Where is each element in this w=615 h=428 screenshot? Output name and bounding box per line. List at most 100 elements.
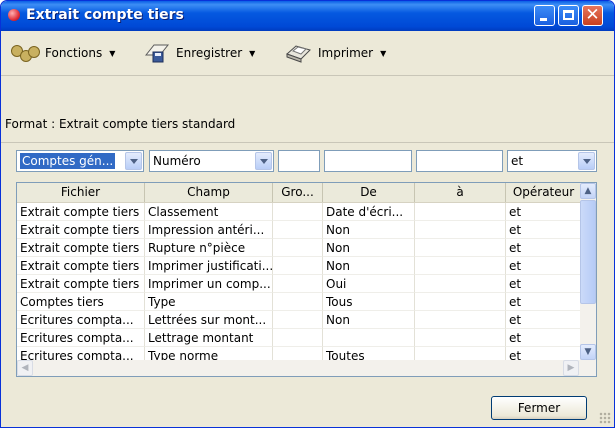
cell-field[interactable]: Imprimer un comp... [145,275,273,293]
from-input[interactable] [324,150,412,172]
cell-group[interactable] [273,275,323,293]
table-row[interactable]: Ecritures compta... Lettrées sur mont... N… [17,311,582,329]
resize-grip[interactable] [599,412,611,424]
close-button[interactable]: Fermer [491,396,587,420]
scroll-thumb[interactable] [580,200,596,304]
cell-file[interactable]: Extrait compte tiers [17,221,145,239]
cell-field[interactable]: Lettrage montant [145,329,273,347]
cell-operator[interactable]: et [506,311,582,329]
cell-file[interactable]: Ecritures compta... [17,311,145,329]
cell-to[interactable] [415,329,506,347]
vertical-scrollbar[interactable]: ▲ ▼ [580,183,596,360]
cell-from[interactable]: Non [323,311,415,329]
chevron-down-icon[interactable] [255,152,272,170]
cell-to[interactable] [415,221,506,239]
printer-icon [284,41,312,65]
cell-group[interactable] [273,293,323,311]
horizontal-scrollbar[interactable]: ◀ ▶ [17,360,596,376]
cell-file[interactable]: Comptes tiers [17,293,145,311]
functions-label: Fonctions [45,46,103,60]
table-row[interactable]: Extrait compte tiers Imprimer justificati… [17,257,582,275]
save-menu-button[interactable]: Enregistrer ▼ [144,35,255,71]
close-window-button[interactable]: ✕ [582,5,603,26]
cell-from[interactable]: Oui [323,275,415,293]
format-label: Format : Extrait compte tiers standard [5,117,236,131]
cell-from[interactable]: Tous [323,293,415,311]
cell-operator[interactable]: et [506,221,582,239]
to-input[interactable] [416,150,503,172]
cell-field[interactable]: Impression antéri... [145,221,273,239]
cell-to[interactable] [415,293,506,311]
cell-to[interactable] [415,239,506,257]
field-value: Numéro [153,154,201,168]
group-input[interactable] [278,150,320,172]
print-menu-button[interactable]: Imprimer ▼ [284,35,386,71]
column-header-field[interactable]: Champ [145,183,273,202]
functions-menu-button[interactable]: Fonctions ▼ [11,35,115,71]
table-row[interactable]: Extrait compte tiers Classement Date d'écr… [17,203,582,221]
toolbar: Fonctions ▼ Enregistrer ▼ Imprimer ▼ [7,35,607,71]
cell-group[interactable] [273,203,323,221]
cell-from[interactable]: Non [323,221,415,239]
minimize-button[interactable] [534,5,555,26]
cell-field[interactable]: Lettrées sur mont... [145,311,273,329]
cell-operator[interactable]: et [506,257,582,275]
account-type-select[interactable]: Comptes gén... [16,150,144,172]
cell-group[interactable] [273,221,323,239]
divider [1,142,614,143]
chevron-down-icon[interactable] [578,152,595,170]
table-row[interactable]: Comptes tiers Type Tous et [17,293,582,311]
column-header-group[interactable]: Gro... [273,183,323,202]
cell-to[interactable] [415,311,506,329]
field-select[interactable]: Numéro [149,150,274,172]
table-row[interactable]: Extrait compte tiers Impression antéri...… [17,221,582,239]
scroll-down-icon[interactable]: ▼ [580,344,596,360]
maximize-button[interactable] [558,5,579,26]
cell-field[interactable]: Type [145,293,273,311]
cell-group[interactable] [273,311,323,329]
scroll-up-icon[interactable]: ▲ [580,183,596,199]
cell-to[interactable] [415,203,506,221]
operator-value: et [511,154,524,168]
chevron-down-icon: ▼ [249,48,256,58]
cell-from[interactable]: Non [323,257,415,275]
column-header-from[interactable]: De [323,183,415,202]
cell-group[interactable] [273,239,323,257]
column-header-file[interactable]: Fichier [17,183,145,202]
cell-from[interactable]: Non [323,239,415,257]
cell-operator[interactable]: et [506,329,582,347]
scroll-right-icon[interactable]: ▶ [563,360,579,376]
cell-group[interactable] [273,329,323,347]
column-header-to[interactable]: à [415,183,506,202]
cell-field[interactable]: Classement [145,203,273,221]
cell-operator[interactable]: et [506,293,582,311]
cell-field[interactable]: Imprimer justificati... [145,257,273,275]
operator-select[interactable]: et [507,150,597,172]
cell-to[interactable] [415,275,506,293]
cell-from[interactable] [323,329,415,347]
cell-file[interactable]: Ecritures compta... [17,329,145,347]
criteria-table[interactable]: Fichier Champ Gro... De à Opérateur Extr… [16,182,597,377]
cell-field[interactable]: Rupture n°pièce [145,239,273,257]
table-row[interactable]: Ecritures compta... Lettrage montant et [17,329,582,347]
cell-from[interactable]: Date d'écri... [323,203,415,221]
window-title: Extrait compte tiers [26,7,184,23]
scroll-left-icon[interactable]: ◀ [17,360,33,376]
cell-operator[interactable]: et [506,239,582,257]
cell-file[interactable]: Extrait compte tiers [17,257,145,275]
chevron-down-icon[interactable] [125,152,142,170]
cell-operator[interactable]: et [506,275,582,293]
cell-file[interactable]: Extrait compte tiers [17,203,145,221]
cell-group[interactable] [273,257,323,275]
close-icon: ✕ [585,5,600,25]
cell-to[interactable] [415,257,506,275]
cell-file[interactable]: Extrait compte tiers [17,239,145,257]
minimize-icon [540,18,547,21]
table-row[interactable]: Extrait compte tiers Rupture n°pièce Non et [17,239,582,257]
column-header-operator[interactable]: Opérateur [506,183,582,202]
table-row[interactable]: Extrait compte tiers Imprimer un comp... O… [17,275,582,293]
gears-icon [11,43,40,63]
cell-operator[interactable]: et [506,203,582,221]
title-bar[interactable]: Extrait compte tiers ✕ [1,1,614,31]
cell-file[interactable]: Extrait compte tiers [17,275,145,293]
